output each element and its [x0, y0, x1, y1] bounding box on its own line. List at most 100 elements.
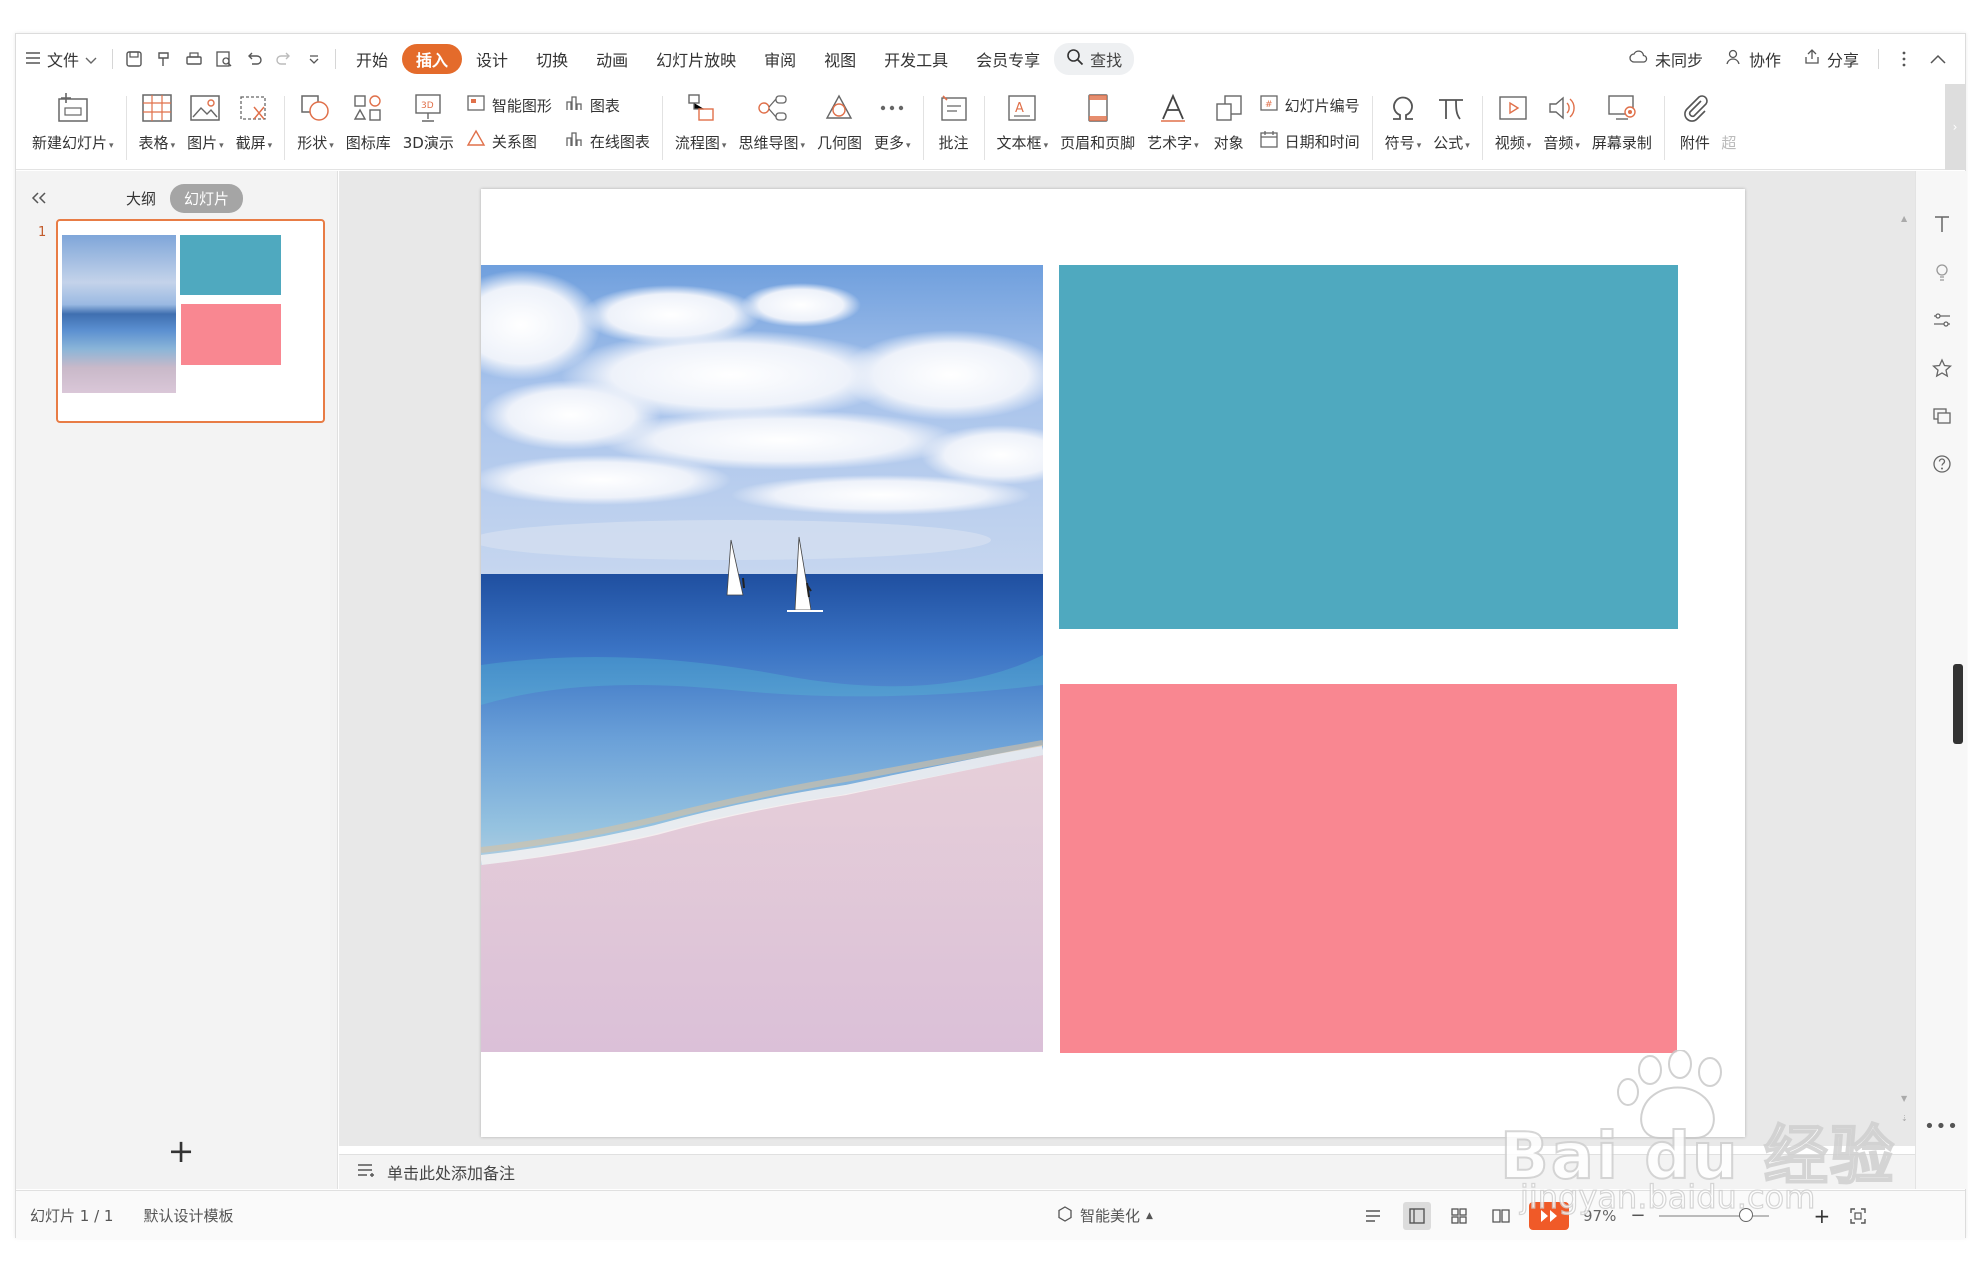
share-button[interactable]: 分享 — [1794, 43, 1868, 75]
tab-review[interactable]: 审阅 — [750, 44, 810, 74]
scroll-up-arrow[interactable]: ▲ — [1901, 214, 1907, 223]
template-name[interactable]: 默认设计模板 — [143, 1205, 233, 1226]
flowchart-button[interactable]: 流程图 ▾ — [669, 84, 733, 168]
zoom-in-icon[interactable]: + — [1813, 1204, 1830, 1228]
beautify-button[interactable]: 智能美化 ▲ — [1056, 1191, 1153, 1240]
textbox-button[interactable]: A 文本框 ▾ — [991, 84, 1055, 168]
tab-view[interactable]: 视图 — [810, 44, 870, 74]
dropdown-arrow-icon: ▾ — [170, 141, 176, 151]
divider — [284, 96, 286, 160]
reading-view-icon[interactable] — [1487, 1202, 1515, 1230]
table-button[interactable]: 表格 ▾ — [133, 84, 182, 168]
datetime-button[interactable]: 日期和时间 — [1259, 128, 1360, 154]
tab-outline[interactable]: 大纲 — [112, 184, 170, 213]
pink-rectangle[interactable] — [1060, 684, 1677, 1053]
formula-button[interactable]: 公式 ▾ — [1427, 84, 1476, 168]
attachment-button[interactable]: 附件 — [1671, 84, 1719, 168]
normal-view-icon[interactable] — [1403, 1201, 1431, 1230]
new-slide-button[interactable]: 新建幻灯片 ▾ — [26, 84, 120, 168]
zoom-slider[interactable] — [1659, 1207, 1770, 1222]
zoom-out-icon[interactable]: − — [1630, 1205, 1645, 1226]
collapse-ribbon-icon[interactable] — [1923, 44, 1953, 74]
customize-toolbar-icon[interactable] — [299, 44, 329, 74]
divider — [1481, 96, 1483, 160]
help-icon[interactable] — [1929, 451, 1955, 477]
comment-button[interactable]: 批注 — [930, 84, 978, 168]
divider — [1878, 49, 1879, 69]
more-horizontal-icon[interactable]: ••• — [1924, 1116, 1959, 1137]
chart-button[interactable]: 图表 — [564, 92, 650, 118]
icon-library-button[interactable]: 图标库 — [340, 84, 397, 168]
notes-view-icon[interactable] — [1361, 1202, 1389, 1230]
video-button[interactable]: 视频 ▾ — [1489, 84, 1538, 168]
tab-insert[interactable]: 插入 — [402, 44, 463, 74]
relation-graph-button[interactable]: 关系图 — [466, 128, 552, 154]
tab-transition[interactable]: 切换 — [522, 44, 582, 74]
sync-button[interactable]: 未同步 — [1620, 43, 1712, 75]
status-bar: 幻灯片 1 / 1 默认设计模板 智能美化 ▲ 97% − + — [16, 1190, 1965, 1239]
slide-panel: 大纲 幻灯片 1 + — [16, 171, 338, 1189]
tab-home[interactable]: 开始 — [342, 44, 402, 74]
chart-icon — [564, 93, 584, 117]
print-icon[interactable] — [179, 44, 209, 74]
vertical-scrollbar[interactable]: ▲ ▼ ⇣ — [1899, 214, 1911, 1154]
fit-window-icon[interactable] — [1844, 1202, 1872, 1230]
slide-number-button[interactable]: # 幻灯片编号 — [1259, 92, 1360, 118]
screenshot-button[interactable]: 截屏 ▾ — [230, 84, 279, 168]
sorter-view-icon[interactable] — [1445, 1202, 1473, 1230]
smart-graphic-button[interactable]: 智能图形 — [466, 92, 552, 118]
play-slideshow-icon[interactable] — [1529, 1201, 1569, 1230]
teal-rectangle[interactable] — [1059, 265, 1678, 629]
search-button[interactable]: 查找 — [1054, 43, 1135, 75]
slide-index: 1 — [38, 225, 47, 240]
online-chart-button[interactable]: 在线图表 — [564, 128, 650, 154]
zoom-slider-thumb[interactable] — [1739, 1207, 1754, 1222]
3d-demo-button[interactable]: 3D 3D演示 — [397, 84, 460, 168]
shape-button[interactable]: 形状 ▾ — [291, 84, 340, 168]
add-slide-button[interactable]: + — [161, 1131, 201, 1171]
lightbulb-icon[interactable] — [1929, 259, 1955, 285]
more-vertical-icon[interactable] — [1889, 44, 1919, 74]
slide-thumbnail[interactable] — [56, 219, 325, 423]
next-slide-icon[interactable]: ⇣ — [1901, 1114, 1908, 1123]
collab-button[interactable]: 协作 — [1716, 43, 1790, 75]
dropdown-arrow-icon: ▾ — [721, 141, 727, 151]
tab-slideshow[interactable]: 幻灯片放映 — [642, 44, 750, 74]
overflow-button[interactable]: 超 — [1719, 84, 1739, 168]
ribbon-scroll-right[interactable]: › — [1945, 84, 1965, 170]
slide-switch-icon[interactable] — [1929, 403, 1955, 429]
slide-canvas[interactable] — [481, 189, 1745, 1137]
user-icon — [1725, 48, 1743, 70]
text-tool-icon[interactable] — [1929, 211, 1955, 237]
beach-photo[interactable] — [481, 265, 1043, 1052]
prev-slide-icon[interactable]: ▼ — [1901, 1094, 1907, 1103]
print-preview-icon[interactable] — [209, 44, 239, 74]
audio-button[interactable]: 音频 ▾ — [1537, 84, 1586, 168]
collapse-panel-icon[interactable] — [24, 191, 54, 205]
format-painter-icon[interactable] — [149, 44, 179, 74]
tab-animation[interactable]: 动画 — [582, 44, 642, 74]
picture-button[interactable]: 图片 ▾ — [181, 84, 230, 168]
notes-bar[interactable]: 单击此处添加备注 — [339, 1154, 1915, 1189]
redo-icon[interactable] — [269, 44, 299, 74]
symbol-button[interactable]: 符号 ▾ — [1379, 84, 1428, 168]
tab-member[interactable]: 会员专享 — [962, 44, 1054, 74]
object-button[interactable]: 对象 — [1205, 84, 1253, 168]
more-button[interactable]: 更多 ▾ — [868, 84, 917, 168]
tab-slides[interactable]: 幻灯片 — [170, 183, 244, 213]
star-icon[interactable] — [1929, 355, 1955, 381]
undo-icon[interactable] — [239, 44, 269, 74]
settings-sliders-icon[interactable] — [1929, 307, 1955, 333]
header-footer-button[interactable]: 页眉和页脚 — [1054, 84, 1141, 168]
wordart-button[interactable]: 艺术字 ▾ — [1141, 84, 1205, 168]
mindmap-button[interactable]: 思维导图 ▾ — [732, 84, 811, 168]
side-scroll-handle[interactable] — [1953, 664, 1963, 744]
file-menu[interactable]: 文件 — [16, 43, 106, 75]
save-icon[interactable] — [119, 44, 149, 74]
tab-design[interactable]: 设计 — [462, 44, 522, 74]
zoom-level[interactable]: 97% — [1583, 1207, 1616, 1225]
geometry-button[interactable]: 几何图 — [811, 84, 868, 168]
screen-record-button[interactable]: 屏幕录制 — [1586, 84, 1658, 168]
beautify-label: 智能美化 — [1080, 1207, 1141, 1225]
tab-developer[interactable]: 开发工具 — [870, 44, 962, 74]
